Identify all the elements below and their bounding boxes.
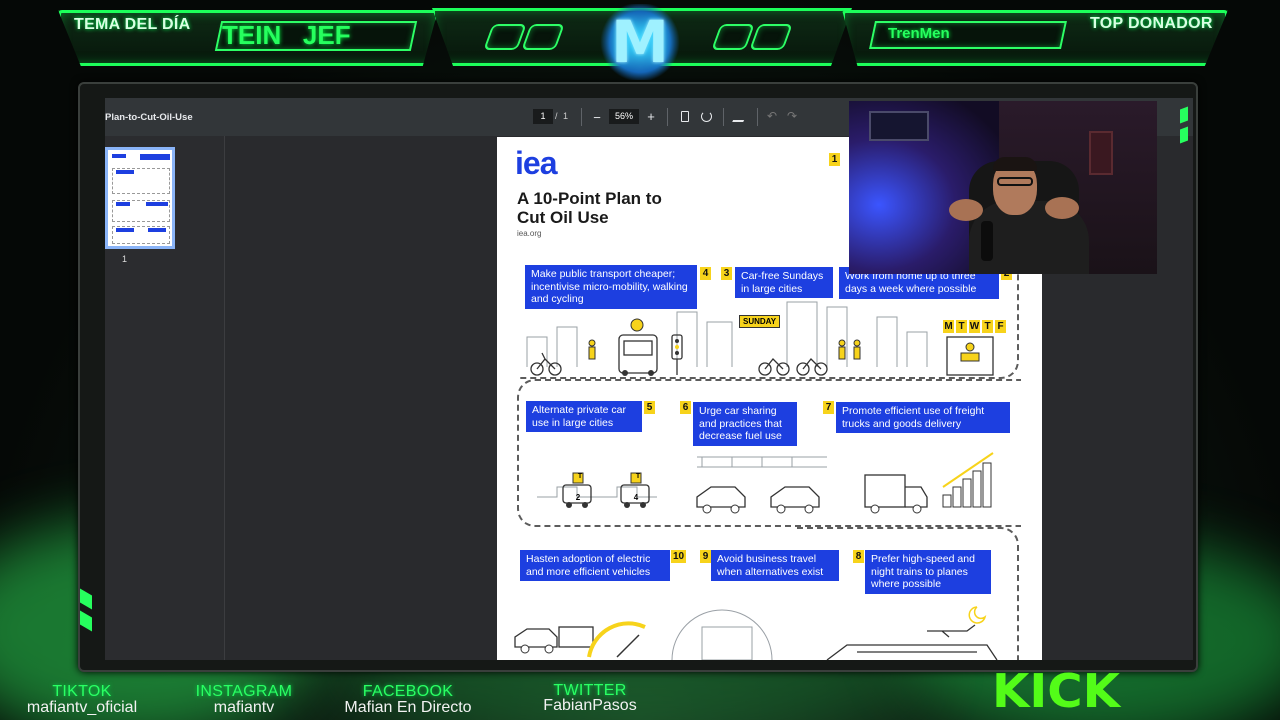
webcam-person-hair bbox=[993, 157, 1037, 171]
people-icon bbox=[588, 339, 861, 360]
social-handle-facebook: Mafian En Directo bbox=[344, 699, 472, 716]
social-handle-twitter: FabianPasos bbox=[543, 697, 637, 714]
bus-icon bbox=[618, 334, 658, 376]
plane-icon bbox=[927, 624, 976, 638]
topic-label: TEMA DEL DÍA bbox=[74, 16, 191, 33]
annotate-icon[interactable] bbox=[732, 110, 749, 122]
document-title: Plan-to-Cut-Oil-Use bbox=[105, 112, 193, 123]
speedometer-icon bbox=[587, 621, 646, 658]
taxi-sign-a: T bbox=[577, 473, 583, 480]
thumb-block bbox=[148, 228, 166, 232]
social-handle-instagram: mafiantv bbox=[213, 699, 275, 716]
webcam-hands bbox=[1045, 197, 1079, 219]
toolbar-divider-1 bbox=[581, 108, 582, 126]
taxi-number-a: 2 bbox=[575, 493, 581, 502]
thumb-logo bbox=[112, 154, 126, 158]
taxi-sign-b: T bbox=[635, 473, 641, 480]
thumb-block bbox=[146, 202, 168, 206]
zoom-out-button[interactable]: − bbox=[589, 108, 605, 126]
thumb-block bbox=[116, 202, 130, 206]
zoom-in-button[interactable]: + bbox=[643, 107, 659, 125]
moon-icon bbox=[968, 606, 987, 624]
thumb-block bbox=[116, 228, 134, 232]
webcam-microphone bbox=[981, 221, 993, 261]
page-total: 1 bbox=[563, 111, 569, 121]
zoom-level: 56% bbox=[614, 111, 633, 121]
train-icon bbox=[826, 644, 998, 660]
thumbnail-sidebar: 1 bbox=[105, 136, 225, 660]
bicycle-icon bbox=[796, 358, 828, 376]
car-icon bbox=[696, 486, 746, 514]
growth-chart-icon bbox=[942, 452, 994, 508]
kick-logo-text: KICK bbox=[992, 668, 1122, 712]
mafian-logo-letter: M bbox=[611, 8, 669, 76]
page-separator: / bbox=[555, 111, 558, 121]
thumb-block bbox=[116, 170, 134, 174]
toolbar-divider-4 bbox=[757, 108, 758, 126]
webcam-glasses bbox=[997, 177, 1033, 186]
social-handle-tiktok: mafiantv_oficial bbox=[26, 699, 138, 716]
kick-logo: KICK bbox=[992, 668, 1122, 712]
car-icon bbox=[770, 486, 820, 514]
truck-icon bbox=[864, 474, 928, 514]
thumb-block bbox=[140, 154, 170, 160]
redo-icon[interactable]: ↷ bbox=[787, 109, 797, 123]
donor-value: TrenMen bbox=[888, 25, 950, 42]
page-current: 1 bbox=[540, 111, 546, 121]
undo-icon[interactable]: ↶ bbox=[767, 109, 777, 123]
fit-page-icon[interactable] bbox=[681, 111, 689, 122]
page-number-input[interactable]: 1 bbox=[533, 109, 553, 124]
topic-value: TEIN JEF bbox=[222, 20, 351, 50]
frame-accent-right bbox=[1180, 126, 1188, 144]
stream-overlay: TEMA DEL DÍA TEIN JEF M TrenMen TOP DONA… bbox=[0, 0, 1280, 720]
electric-car-icon bbox=[514, 626, 594, 654]
frame-accent-right bbox=[1180, 106, 1188, 124]
webcam-hands bbox=[949, 199, 983, 221]
zoom-input[interactable]: 56% bbox=[609, 109, 639, 124]
home-office-icon bbox=[946, 336, 994, 376]
traffic-light-icon bbox=[671, 334, 683, 375]
webcam-feed bbox=[849, 101, 1157, 274]
bicycle-icon bbox=[758, 358, 790, 376]
page-thumbnail[interactable] bbox=[105, 147, 175, 249]
coin-icon bbox=[630, 318, 644, 332]
webcam-shelf bbox=[869, 111, 929, 141]
rotate-icon[interactable] bbox=[701, 111, 712, 122]
thumbnail-page-label: 1 bbox=[122, 254, 128, 264]
webcam-wall-art bbox=[1089, 131, 1113, 175]
taxi-number-b: 4 bbox=[633, 493, 639, 502]
donor-label: TOP DONADOR bbox=[1090, 15, 1213, 32]
toolbar-divider-3 bbox=[723, 108, 724, 126]
toolbar-divider-2 bbox=[667, 108, 668, 126]
